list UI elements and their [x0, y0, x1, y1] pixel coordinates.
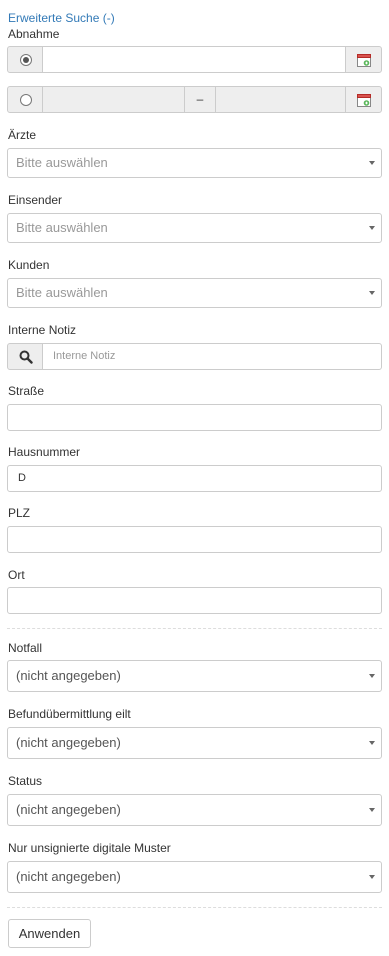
kunden-label: Kunden — [8, 258, 50, 272]
strasse-label: Straße — [8, 384, 45, 398]
abnahme-range-from-input[interactable] — [42, 86, 185, 113]
caret-down-icon — [369, 291, 375, 295]
kunden-select[interactable]: Bitte auswählen — [7, 278, 382, 308]
interne-notiz-search-addon — [7, 343, 43, 370]
calendar-icon — [357, 94, 371, 107]
caret-down-icon — [369, 875, 375, 879]
section-divider — [7, 628, 382, 629]
hausnummer-input[interactable]: D — [7, 465, 382, 492]
einsender-select[interactable]: Bitte auswählen — [7, 213, 382, 243]
strasse-input[interactable] — [7, 404, 382, 431]
abnahme-single-radio[interactable] — [20, 54, 32, 66]
abnahme-range-radio-addon — [7, 86, 43, 113]
notfall-label: Notfall — [8, 641, 43, 655]
calendar-icon — [357, 54, 371, 67]
befund-select[interactable]: (nicht angegeben) — [7, 727, 382, 759]
kunden-select-value: Bitte auswählen — [16, 285, 108, 300]
interne-notiz-input[interactable]: Interne Notiz — [42, 343, 382, 370]
status-label: Status — [8, 774, 43, 788]
unsigniert-select-value: (nicht angegeben) — [16, 869, 121, 884]
section-divider — [7, 907, 382, 908]
aerzte-select[interactable]: Bitte auswählen — [7, 148, 382, 178]
caret-down-icon — [369, 226, 375, 230]
ort-label: Ort — [8, 568, 25, 582]
abnahme-single-calendar-button[interactable] — [345, 46, 382, 73]
abnahme-range-to-input[interactable] — [215, 86, 346, 113]
einsender-select-value: Bitte auswählen — [16, 220, 108, 235]
abnahme-range-radio[interactable] — [20, 94, 32, 106]
unsigniert-label: Nur unsignierte digitale Muster — [8, 841, 171, 855]
interne-notiz-label: Interne Notiz — [8, 323, 77, 337]
interne-notiz-search: Interne Notiz — [7, 343, 382, 370]
caret-down-icon — [369, 674, 375, 678]
plz-input[interactable] — [7, 526, 382, 553]
notfall-select-value: (nicht angegeben) — [16, 668, 121, 683]
caret-down-icon — [369, 808, 375, 812]
abnahme-range-calendar-button[interactable] — [345, 86, 382, 113]
hausnummer-label: Hausnummer — [8, 445, 81, 459]
apply-button[interactable]: Anwenden — [8, 919, 91, 948]
abnahme-single-radio-addon — [7, 46, 43, 73]
befund-label: Befundübermittlung eilt — [8, 707, 131, 721]
status-select-value: (nicht angegeben) — [16, 802, 121, 817]
aerzte-label: Ärzte — [8, 128, 37, 142]
status-select[interactable]: (nicht angegeben) — [7, 794, 382, 826]
abnahme-single-row — [7, 46, 382, 73]
einsender-label: Einsender — [8, 193, 63, 207]
caret-down-icon — [369, 161, 375, 165]
unsigniert-select[interactable]: (nicht angegeben) — [7, 861, 382, 893]
plz-label: PLZ — [8, 506, 31, 520]
abnahme-range-row: – — [7, 86, 382, 113]
abnahme-single-input[interactable] — [42, 46, 346, 73]
notfall-select[interactable]: (nicht angegeben) — [7, 660, 382, 692]
abnahme-range-separator: – — [184, 86, 216, 113]
advanced-search-toggle[interactable]: Erweiterte Suche (-) — [8, 11, 115, 25]
ort-input[interactable] — [7, 587, 382, 614]
befund-select-value: (nicht angegeben) — [16, 735, 121, 750]
caret-down-icon — [369, 741, 375, 745]
aerzte-select-value: Bitte auswählen — [16, 155, 108, 170]
abnahme-label: Abnahme — [8, 27, 60, 41]
search-icon — [19, 350, 33, 364]
